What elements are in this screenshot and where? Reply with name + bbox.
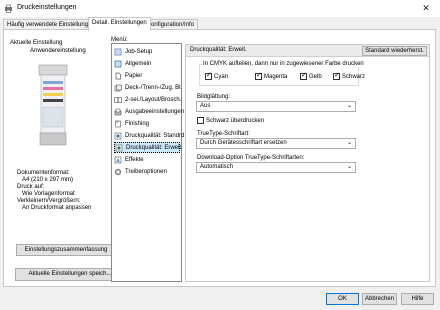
checkbox-label: Schwarz: [342, 73, 366, 80]
menu-item-label: 2-sei./Layout/Brosch.: [125, 96, 182, 103]
scale-label: Verkleinern/Vergrößern:: [17, 198, 81, 204]
checkbox-label: Cyan: [214, 73, 229, 80]
panel-header: Druckqualität: Erweit. Standard wiederhe…: [186, 45, 429, 57]
menu-item-label: Papier: [125, 72, 143, 79]
smoothing-select[interactable]: Aus ⌄: [196, 101, 356, 112]
menu-item-layout[interactable]: 2-sei./Layout/Brosch.: [114, 94, 182, 105]
checkbox-label: Gelb: [309, 73, 322, 80]
current-setting-value: Anwendereinstellung: [30, 48, 86, 54]
checkbox-checked-icon: [205, 72, 212, 80]
cancel-button[interactable]: Abbrechen: [362, 293, 397, 305]
menu-item-label: Druckqualität: Standrd.: [125, 132, 187, 139]
doc-format-label: Dokumentenformat:: [17, 170, 70, 176]
doc-format-value: A4 (210 x 297 mm): [22, 177, 74, 183]
download-option-value: Automatisch: [200, 164, 234, 170]
panel-title: Druckqualität: Erweit.: [190, 47, 247, 53]
menu-item-output[interactable]: Ausgabeeinstellungen: [114, 106, 184, 117]
yellow-checkbox[interactable]: Gelb: [300, 72, 322, 80]
title-bar: Druckeinstellungen ✕: [0, 0, 440, 17]
black-overprint-checkbox[interactable]: Schwarz überdrucken: [197, 117, 264, 124]
print-quality-advanced-icon: [115, 144, 123, 151]
paper-icon: [115, 72, 121, 79]
menu-item-effects[interactable]: Effekte: [114, 154, 180, 165]
smoothing-label: Bildglättung:: [197, 94, 231, 100]
download-option-label: Download-Option TrueType-Schriftarten:: [197, 155, 305, 161]
truetype-value: Durch Gerätesschriftart ersetzen: [200, 140, 287, 146]
menu-item-label: Druckqualität: Erweit.: [126, 144, 183, 151]
general-icon: [114, 60, 122, 67]
window-title: Druckeinstellungen: [17, 4, 77, 11]
menu-item-general[interactable]: Allgemein: [114, 58, 180, 69]
current-setting-label: Aktuelle Einstellung: [10, 40, 63, 46]
effects-icon: [114, 156, 122, 163]
menu-item-label: Finishing: [125, 120, 150, 127]
checkbox-checked-icon: [300, 72, 307, 80]
job-setup-icon: [114, 48, 122, 55]
restore-defaults-button[interactable]: Standard wiederherst.: [362, 46, 427, 56]
help-button[interactable]: Hilfe: [401, 293, 434, 305]
layout-icon: [114, 96, 122, 103]
chevron-down-icon: ⌄: [346, 164, 352, 170]
print-on-value: Wie Vorlagenformat: [22, 191, 75, 197]
settings-summary-button[interactable]: Einstellungszusammenfassung: [16, 244, 116, 256]
print-on-label: Druck auf:: [17, 184, 45, 190]
checkbox-label: Magenta: [264, 73, 288, 80]
finishing-icon: [115, 120, 121, 127]
menu-item-label: Allgemein: [125, 60, 152, 67]
menu-item-label: Ausgabeeinstellungen: [125, 108, 185, 115]
menu-item-print-quality-advanced[interactable]: Druckqualität: Erweit.: [114, 142, 183, 153]
black-checkbox[interactable]: Schwarz: [333, 72, 366, 80]
printer-preview-image: [38, 64, 68, 146]
chevron-down-icon: ⌄: [346, 103, 352, 109]
document-info: Dokumentenformat: A4 (210 x 297 mm) Druc…: [17, 170, 91, 212]
driver-options-icon: [114, 168, 122, 175]
menu-item-job-setup[interactable]: Job-Setup: [114, 46, 180, 57]
menu-item-label: Deck-/Trenn-/Zug. Bl.: [125, 84, 183, 91]
menu-item-print-quality-standard[interactable]: Druckqualität: Standrd.: [114, 130, 186, 141]
scale-value: An Druckformat anpassen: [22, 205, 92, 211]
checkbox-checked-icon: [255, 72, 262, 80]
chevron-down-icon: ⌄: [346, 140, 352, 146]
menu-item-label: Treiberoptionen: [125, 168, 167, 175]
truetype-label: TrueType-Schriftart:: [197, 131, 250, 137]
checkbox-unchecked-icon: [197, 117, 204, 124]
tab-detail-settings[interactable]: Detail. Einstellungen: [88, 17, 151, 31]
checkbox-label: Schwarz überdrucken: [206, 117, 265, 124]
menu-item-paper[interactable]: Papier: [114, 70, 180, 81]
menu-item-label: Effekte: [125, 156, 144, 163]
cover-sheet-icon: [114, 84, 122, 91]
truetype-select[interactable]: Durch Gerätesschriftart ersetzen ⌄: [196, 138, 356, 149]
magenta-checkbox[interactable]: Magenta: [255, 72, 288, 80]
close-icon[interactable]: ✕: [416, 1, 436, 15]
menu-list: Job-Setup Allgemein Papier Deck-/Trenn-/…: [111, 43, 186, 282]
printer-icon: [5, 4, 12, 13]
output-icon: [114, 108, 122, 115]
menu-item-cover-sheet[interactable]: Deck-/Trenn-/Zug. Bl.: [114, 82, 183, 93]
smoothing-value: Aus: [200, 103, 211, 109]
menu-item-label: Job-Setup: [125, 48, 153, 55]
cmyk-group-label: In CMYK aufteilen, dann nur in zugewiese…: [202, 61, 365, 67]
save-current-settings-button[interactable]: Aktuelle Einstellungen speich...: [15, 268, 125, 281]
menu-item-finishing[interactable]: Finishing: [114, 118, 180, 129]
print-quality-icon: [114, 132, 122, 139]
ok-button[interactable]: OK: [326, 293, 359, 305]
download-option-select[interactable]: Automatisch ⌄: [196, 162, 356, 173]
menu-item-driver-options[interactable]: Treiberoptionen: [114, 166, 180, 177]
checkbox-checked-icon: [333, 72, 340, 80]
cyan-checkbox[interactable]: Cyan: [205, 72, 229, 80]
